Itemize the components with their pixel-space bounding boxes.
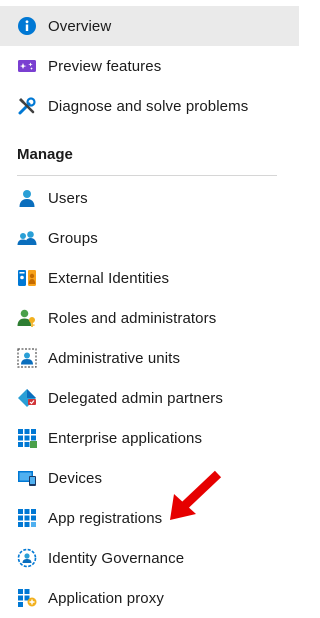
sidebar-item-roles-and-administrators[interactable]: Roles and administrators: [0, 298, 299, 338]
sidebar-item-label: Administrative units: [48, 349, 181, 367]
sidebar-item-label: Application proxy: [48, 589, 164, 607]
identity-governance-icon: [17, 548, 37, 568]
sidebar-item-label: Roles and administrators: [48, 309, 217, 327]
sidebar-item-enterprise-applications[interactable]: Enterprise applications: [0, 418, 299, 458]
delegated-admin-icon: [17, 388, 37, 408]
section-title-manage: Manage: [17, 146, 73, 163]
sidebar-item-label: Overview: [48, 17, 112, 35]
sidebar-item-devices[interactable]: Devices: [0, 458, 299, 498]
sidebar-item-app-registrations[interactable]: App registrations: [0, 498, 299, 538]
sidebar-item-external-identities[interactable]: External Identities: [0, 258, 299, 298]
red-annotation-arrow-icon: [170, 470, 222, 520]
enterprise-apps-icon: [17, 428, 37, 448]
sidebar-item-label: Identity Governance: [48, 549, 185, 567]
sidebar-item-delegated-admin-partners[interactable]: Delegated admin partners: [0, 378, 299, 418]
sidebar-item-application-proxy[interactable]: Application proxy: [0, 578, 299, 618]
sidebar-item-label: Users: [48, 189, 88, 207]
sidebar-item-preview-features[interactable]: Preview features: [0, 46, 299, 86]
sidebar-item-label: Groups: [48, 229, 98, 247]
sidebar-item-users[interactable]: Users: [0, 178, 299, 218]
sidebar-item-label: App registrations: [48, 509, 163, 527]
sidebar-item-label: Diagnose and solve problems: [48, 97, 249, 115]
info-icon: [17, 16, 37, 36]
preview-features-icon: [17, 56, 37, 76]
sidebar-item-overview[interactable]: Overview: [0, 6, 299, 46]
roles-icon: [17, 308, 37, 328]
sidebar-item-administrative-units[interactable]: Administrative units: [0, 338, 299, 378]
administrative-units-icon: [17, 348, 37, 368]
section-divider: [17, 175, 277, 176]
sidebar-item-label: Delegated admin partners: [48, 389, 224, 407]
user-icon: [17, 188, 37, 208]
groups-icon: [17, 228, 37, 248]
application-proxy-icon: [17, 588, 37, 608]
sidebar-item-diagnose-and-solve[interactable]: Diagnose and solve problems: [0, 86, 299, 126]
app-registrations-icon: [17, 508, 37, 528]
sidebar-item-label: Enterprise applications: [48, 429, 203, 447]
devices-icon: [17, 468, 37, 488]
sidebar-item-label: Preview features: [48, 57, 162, 75]
sidebar-item-identity-governance[interactable]: Identity Governance: [0, 538, 299, 578]
external-identities-icon: [17, 268, 37, 288]
sidebar-item-groups[interactable]: Groups: [0, 218, 299, 258]
sidebar-item-label: Devices: [48, 469, 103, 487]
wrench-icon: [17, 96, 37, 116]
sidebar-item-label: External Identities: [48, 269, 170, 287]
